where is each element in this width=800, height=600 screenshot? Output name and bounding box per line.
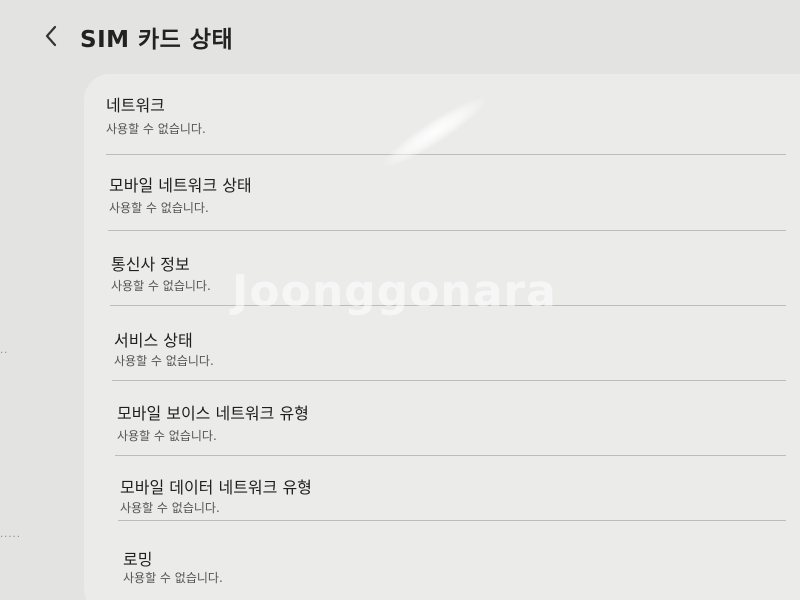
item-title: 모바일 네트워크 상태 [109, 176, 252, 195]
list-item-network[interactable]: 네트워크 사용할 수 없습니다. [84, 74, 788, 154]
list-item-carrier-info[interactable]: 통신사 정보 사용할 수 없습니다. [84, 231, 788, 305]
app-header: SIM 카드 상태 [0, 0, 800, 72]
item-subtitle: 사용할 수 없습니다. [123, 571, 223, 585]
item-title: 모바일 보이스 네트워크 유형 [117, 404, 309, 423]
item-subtitle: 사용할 수 없습니다. [111, 279, 211, 293]
item-subtitle: 사용할 수 없습니다. [117, 429, 217, 443]
item-subtitle: 사용할 수 없습니다. [114, 354, 214, 368]
item-subtitle: 사용할 수 없습니다. [106, 122, 206, 136]
item-title: 네트워크 [106, 96, 165, 115]
list-item-service-state[interactable]: 서비스 상태 사용할 수 없습니다. [84, 306, 788, 380]
list-item-roaming[interactable]: 로밍 사용할 수 없습니다. [84, 521, 788, 596]
list-item-mobile-data-network-type[interactable]: 모바일 데이터 네트워크 유형 사용할 수 없습니다. [84, 456, 788, 529]
edge-dots-icon: ·· [0, 348, 9, 359]
edge-dots-icon: ····· [0, 532, 21, 543]
list-item-mobile-voice-network-type[interactable]: 모바일 보이스 네트워크 유형 사용할 수 없습니다. [84, 381, 788, 455]
back-button[interactable] [36, 20, 68, 52]
status-list-card: 네트워크 사용할 수 없습니다. 모바일 네트워크 상태 사용할 수 없습니다.… [84, 74, 800, 600]
page-title: SIM 카드 상태 [80, 27, 234, 53]
item-title: 서비스 상태 [114, 331, 193, 350]
list-item-mobile-network-state[interactable]: 모바일 네트워크 상태 사용할 수 없습니다. [84, 155, 788, 230]
item-subtitle: 사용할 수 없습니다. [120, 501, 220, 515]
item-title: 통신사 정보 [111, 255, 190, 274]
chevron-left-icon [45, 25, 57, 47]
item-subtitle: 사용할 수 없습니다. [109, 201, 209, 215]
item-title: 로밍 [123, 550, 153, 569]
item-title: 모바일 데이터 네트워크 유형 [120, 478, 312, 497]
